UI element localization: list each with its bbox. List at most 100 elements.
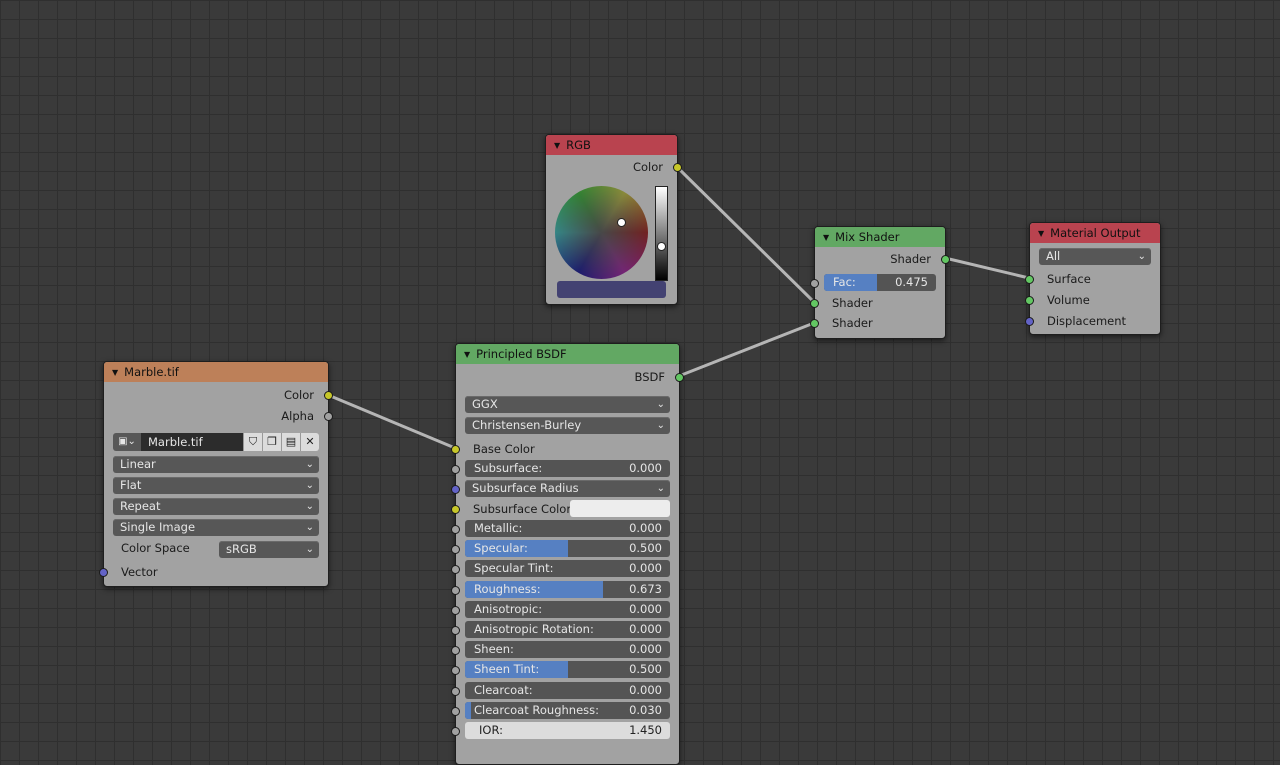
- mix-shader-node[interactable]: ▼ Mix Shader Shader Fac: 0.475 Shader Sha…: [810, 226, 950, 339]
- principled-bsdf-node[interactable]: ▼ Principled BSDF BSDF GGX ⌄ Christensen-…: [451, 343, 684, 765]
- subsurface-color-label: Subsurface Color: [473, 502, 572, 516]
- image-color-socket[interactable]: [324, 391, 333, 400]
- volume-socket[interactable]: [1025, 296, 1034, 305]
- subsurface-color-swatch[interactable]: [570, 500, 670, 517]
- bsdf-output-socket[interactable]: [675, 373, 684, 382]
- field-socket[interactable]: [451, 666, 460, 676]
- collapse-icon[interactable]: ▼: [1038, 224, 1044, 243]
- field-socket[interactable]: [451, 727, 460, 736]
- field-socket[interactable]: [451, 646, 460, 656]
- vector-socket[interactable]: [99, 568, 108, 577]
- clearcoat-field[interactable]: Clearcoat: 0.000: [465, 681, 670, 699]
- interpolation-dropdown[interactable]: Linear ⌄: [113, 456, 319, 473]
- displacement-socket[interactable]: [1025, 317, 1034, 326]
- bsdf-field-row-4: Roughness: 0.673: [451, 580, 679, 600]
- rgb-color-label: Color: [632, 160, 663, 174]
- field-socket[interactable]: [451, 465, 460, 474]
- projection-dropdown[interactable]: Flat ⌄: [113, 477, 319, 494]
- principled-bsdf-header[interactable]: ▼ Principled BSDF: [456, 344, 679, 364]
- image-selector: ▣⌄ Marble.tif ⛉ ❐ ▤ ✕: [113, 433, 319, 451]
- color-wheel-cursor[interactable]: [617, 218, 626, 227]
- mix-shader-output-socket[interactable]: [941, 255, 950, 264]
- surface-socket[interactable]: [1025, 275, 1034, 284]
- specular-tint-field[interactable]: Specular Tint: 0.000: [465, 560, 670, 578]
- color-space-dropdown[interactable]: sRGB ⌄: [219, 541, 319, 558]
- field-socket[interactable]: [451, 605, 460, 615]
- field-socket[interactable]: [451, 706, 460, 716]
- image-name-field[interactable]: Marble.tif: [141, 433, 243, 451]
- image-texture-node[interactable]: ▼ Marble.tif Color Alpha ▣⌄ Marble.tif ⛉ …: [99, 361, 333, 587]
- specular-field[interactable]: Specular: 0.500: [465, 540, 670, 558]
- field-socket[interactable]: [451, 686, 460, 696]
- output-target-dropdown[interactable]: All ⌄: [1039, 248, 1151, 265]
- bsdf-field-row-1: Metallic: 0.000: [451, 519, 679, 539]
- open-file-icon[interactable]: ▤: [281, 433, 300, 451]
- subsurface-method-dropdown[interactable]: Christensen-Burley ⌄: [465, 417, 670, 434]
- field-label: Specular Tint:: [474, 561, 554, 576]
- collapse-icon[interactable]: ▼: [464, 345, 470, 364]
- distribution-dropdown[interactable]: GGX ⌄: [465, 396, 670, 413]
- sheen-tint-field[interactable]: Sheen Tint: 0.500: [465, 661, 670, 679]
- rgb-node-header[interactable]: ▼ RGB: [546, 135, 677, 155]
- field-label: Roughness:: [474, 581, 541, 596]
- color-wheel[interactable]: [555, 186, 648, 279]
- material-output-node[interactable]: ▼ Material Output All ⌄ Surface Volume Di…: [1025, 222, 1161, 335]
- subsurface-field[interactable]: Subsurface: 0.000: [465, 460, 670, 477]
- extension-dropdown[interactable]: Repeat ⌄: [113, 498, 319, 515]
- metallic-field[interactable]: Metallic: 0.000: [465, 520, 670, 537]
- collapse-icon[interactable]: ▼: [554, 136, 560, 155]
- source-dropdown[interactable]: Single Image ⌄: [113, 519, 319, 536]
- anisotropic-field[interactable]: Anisotropic: 0.000: [465, 600, 670, 618]
- clearcoat-roughness-field[interactable]: Clearcoat Roughness: 0.030: [465, 701, 670, 719]
- subsurface-color-socket[interactable]: [451, 505, 460, 514]
- ior-field[interactable]: IOR: 1.450: [465, 722, 670, 739]
- anisotropic-rotation-field[interactable]: Anisotropic Rotation: 0.000: [465, 621, 670, 638]
- bsdf-field-row-11: IOR: 1.450: [451, 721, 679, 741]
- fac-field[interactable]: Fac: 0.475: [824, 274, 936, 291]
- value-slider-cursor[interactable]: [657, 242, 666, 251]
- field-socket[interactable]: [451, 545, 460, 555]
- duplicate-image-icon[interactable]: ❐: [262, 433, 281, 451]
- bsdf-output: BSDF: [456, 367, 684, 387]
- material-output-header[interactable]: ▼ Material Output: [1030, 223, 1160, 243]
- mix-shader-output-label: Shader: [890, 252, 931, 266]
- subsurface-color-input: Subsurface Color: [451, 499, 679, 519]
- link-mix-to-output: [943, 256, 1031, 280]
- field-fill: [465, 701, 472, 719]
- rgb-node-title: RGB: [566, 138, 591, 152]
- mix-shader-input-2-socket[interactable]: [810, 319, 819, 328]
- collapse-icon[interactable]: ▼: [823, 228, 829, 247]
- fake-user-shield-icon[interactable]: ⛉: [243, 433, 262, 451]
- field-value: 0.000: [629, 622, 662, 636]
- field-socket[interactable]: [451, 565, 460, 575]
- mix-shader-input-1-socket[interactable]: [810, 299, 819, 308]
- image-alpha-socket[interactable]: [324, 412, 333, 421]
- fac-socket[interactable]: [810, 279, 819, 288]
- field-socket[interactable]: [451, 626, 460, 635]
- value-slider[interactable]: [655, 186, 668, 281]
- field-value: 0.000: [629, 521, 662, 535]
- close-icon[interactable]: ✕: [300, 433, 319, 451]
- projection-value: Flat: [120, 478, 142, 492]
- field-socket[interactable]: [451, 585, 460, 595]
- distribution-value: GGX: [472, 397, 498, 411]
- field-socket[interactable]: [451, 525, 460, 534]
- chevron-down-icon: ⌄: [305, 522, 314, 533]
- rgb-color-socket[interactable]: [673, 163, 682, 172]
- collapse-icon[interactable]: ▼: [112, 363, 118, 382]
- vector-input: Vector: [99, 562, 328, 582]
- roughness-field[interactable]: Roughness: 0.673: [465, 580, 670, 598]
- base-color-socket[interactable]: [451, 445, 460, 454]
- mix-shader-header[interactable]: ▼ Mix Shader: [815, 227, 945, 247]
- mix-shader-input-2: Shader: [810, 313, 945, 333]
- image-browse-button[interactable]: ▣⌄: [113, 433, 141, 451]
- image-texture-header[interactable]: ▼ Marble.tif: [104, 362, 328, 382]
- rgb-color-swatch[interactable]: [557, 281, 666, 298]
- field-value: 0.000: [629, 682, 662, 697]
- bsdf-output-label: BSDF: [634, 370, 665, 384]
- subsurface-radius-dropdown[interactable]: Subsurface Radius ⌄: [465, 480, 670, 497]
- sheen-field[interactable]: Sheen: 0.000: [465, 641, 670, 659]
- rgb-node[interactable]: ▼ RGB Color: [545, 134, 682, 305]
- subsurface-radius-socket[interactable]: [451, 485, 460, 494]
- subsurface-method-value: Christensen-Burley: [472, 418, 582, 432]
